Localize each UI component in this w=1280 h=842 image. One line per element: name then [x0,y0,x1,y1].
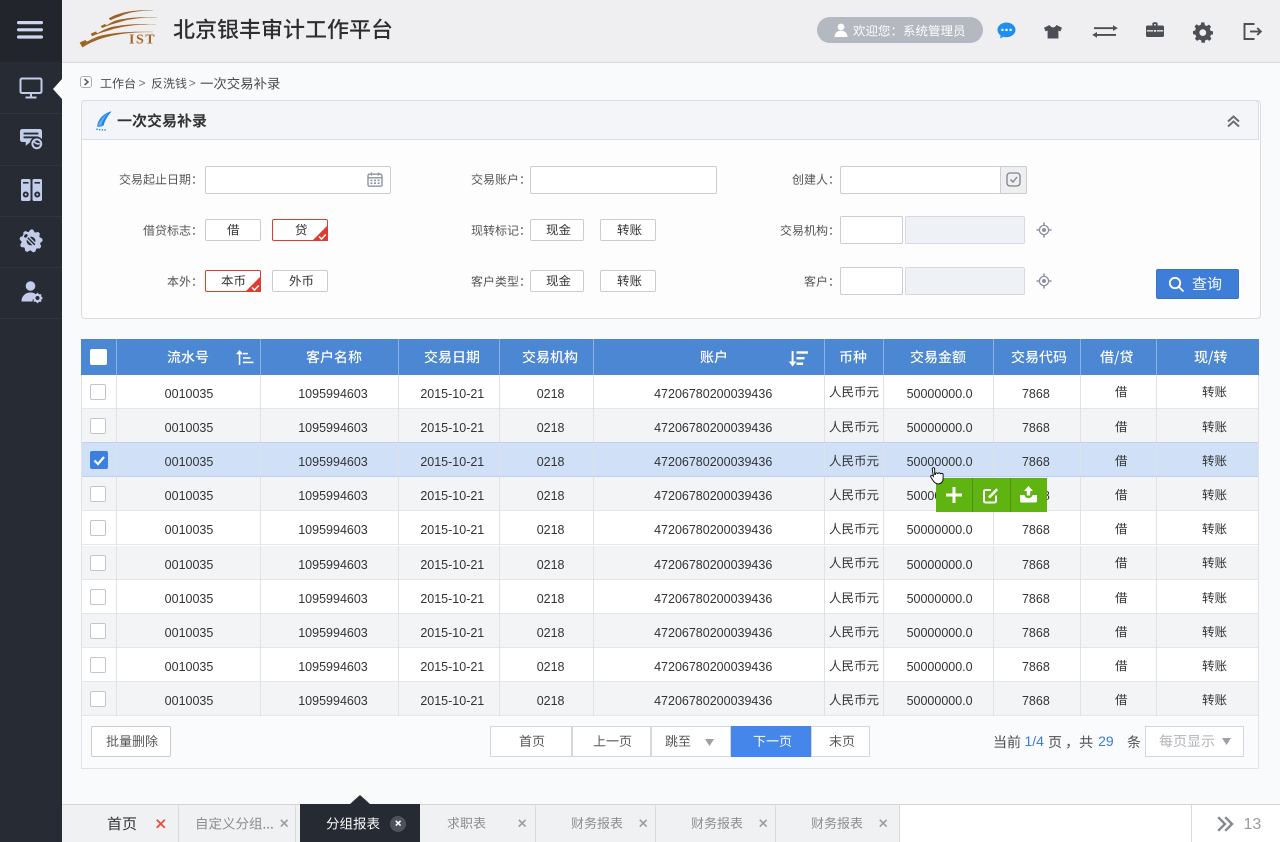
svg-text:IST: IST [129,33,156,48]
